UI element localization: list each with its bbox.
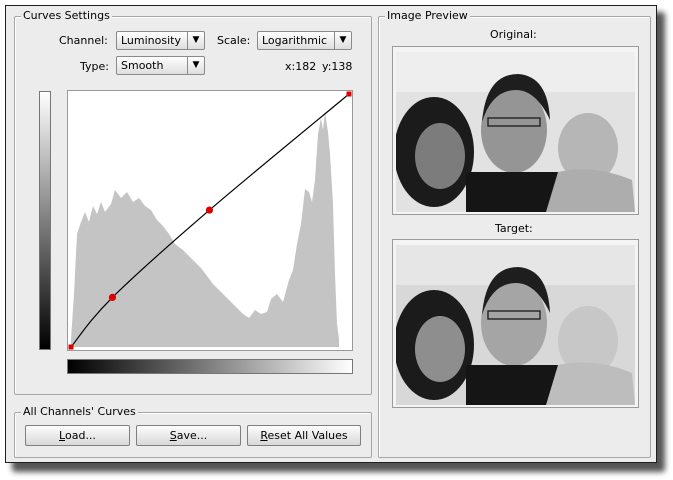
curve-control-point[interactable] <box>68 344 74 350</box>
curve-control-point[interactable] <box>205 206 214 214</box>
target-label: Target: <box>495 222 533 235</box>
save-button[interactable]: Save... <box>136 425 241 446</box>
input-gradient-bar <box>67 359 353 374</box>
curves-settings-title: Curves Settings <box>21 9 112 23</box>
reset-mnemonic: R <box>260 429 268 442</box>
curves-dialog: Curves Settings Channel: Luminosity ▼ Sc… <box>5 5 657 463</box>
scale-label: Scale: <box>217 34 251 47</box>
y-readout: y:138 <box>322 60 353 73</box>
original-photo <box>396 52 635 212</box>
save-label: ave... <box>176 429 208 442</box>
type-combo-value: Smooth <box>121 59 164 72</box>
reset-label: eset All Values <box>267 429 348 442</box>
curve-graph[interactable] <box>68 91 352 350</box>
channel-combo[interactable]: Luminosity ▼ <box>116 31 205 50</box>
original-label: Original: <box>490 28 537 41</box>
load-label: oad... <box>64 429 96 442</box>
luminosity-histogram <box>71 112 339 347</box>
target-preview <box>392 239 639 408</box>
chevron-down-icon: ▼ <box>334 32 351 49</box>
scale-combo-value: Logarithmic <box>262 34 328 47</box>
curve-control-point[interactable] <box>108 293 117 301</box>
scale-combo[interactable]: Logarithmic ▼ <box>257 31 352 50</box>
save-mnemonic: S <box>169 429 177 442</box>
all-channels-title: All Channels' Curves <box>21 405 138 419</box>
channel-label: Channel: <box>59 34 108 47</box>
type-label: Type: <box>80 60 109 73</box>
channel-combo-value: Luminosity <box>121 34 181 47</box>
photo-person-face <box>415 123 465 189</box>
type-combo[interactable]: Smooth ▼ <box>116 56 205 75</box>
curve-control-point[interactable] <box>346 91 352 97</box>
output-gradient-bar <box>39 91 51 350</box>
chevron-down-icon: ▼ <box>187 57 204 74</box>
load-button[interactable]: Load... <box>25 425 130 446</box>
x-readout: x:182 <box>285 60 317 73</box>
target-photo <box>396 245 635 405</box>
chevron-down-icon: ▼ <box>187 32 204 49</box>
image-preview-title: Image Preview <box>385 9 470 23</box>
curve-editor[interactable] <box>67 90 353 351</box>
reset-all-values-button[interactable]: Reset All Values <box>247 425 361 446</box>
original-preview <box>392 46 639 215</box>
photo-person-face <box>415 316 465 382</box>
